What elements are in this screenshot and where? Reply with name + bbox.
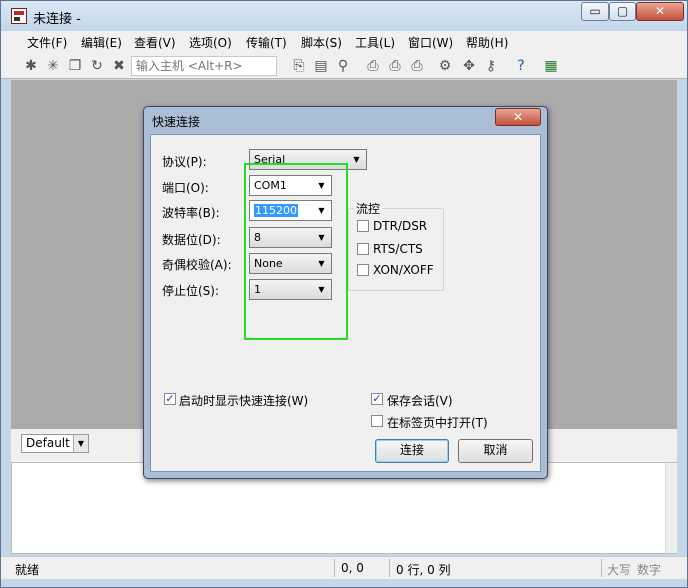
- host-input[interactable]: 输入主机 <Alt+R>: [131, 56, 277, 76]
- keymap-icon[interactable]: ▦: [543, 58, 559, 74]
- menu-tools[interactable]: 工具(L): [355, 34, 395, 51]
- menu-window[interactable]: 窗口(W): [408, 34, 453, 51]
- maximize-button[interactable]: ▢: [609, 2, 636, 21]
- status-ready: 就绪: [15, 563, 40, 577]
- status-bar: 就绪 0, 0 0 行, 0 列 大写 数字: [1, 556, 687, 579]
- status-caps: 大写: [607, 563, 632, 577]
- status-position: 0, 0: [341, 561, 364, 575]
- xon-xoff-label: XON/XOFF: [373, 263, 434, 277]
- help-icon[interactable]: ?: [513, 58, 529, 74]
- rts-cts-checkbox[interactable]: [357, 243, 369, 255]
- disconnect-icon[interactable]: ✖: [111, 58, 127, 74]
- show-on-startup-checkbox[interactable]: ✓: [164, 393, 176, 405]
- menu-script[interactable]: 脚本(S): [301, 34, 342, 51]
- show-on-startup-label: 启动时显示快速连接(W): [179, 394, 309, 408]
- rts-cts-label: RTS/CTS: [373, 242, 423, 256]
- status-divider: [334, 559, 335, 577]
- command-scrollbar[interactable]: [665, 463, 677, 553]
- window-title: 未连接 -: [33, 12, 81, 27]
- quick-connect-dialog: 快速连接 ✕ 协议(P): 端口(O): 波特率(B): 数据位(D): 奇偶校…: [143, 106, 548, 479]
- app-icon: [11, 8, 27, 24]
- save-session-label: 保存会话(V): [387, 394, 453, 408]
- menu-bar: 文件(F) 编辑(E) 查看(V) 选项(O) 传输(T) 脚本(S) 工具(L…: [1, 31, 687, 53]
- connect-button[interactable]: 连接: [375, 439, 449, 463]
- parity-label: 奇偶校验(A):: [162, 258, 232, 272]
- menu-help[interactable]: 帮助(H): [466, 34, 508, 51]
- dialog-close-button[interactable]: ✕: [495, 108, 541, 126]
- status-num: 数字: [637, 563, 662, 577]
- connect-icon[interactable]: ✱: [23, 58, 39, 74]
- session-combo-value: Default: [26, 436, 70, 450]
- stop-bits-label: 停止位(S):: [162, 284, 220, 298]
- data-bits-label: 数据位(D):: [162, 233, 221, 247]
- print-selection-icon[interactable]: ⎙: [387, 58, 403, 74]
- open-in-tab-checkbox[interactable]: [371, 415, 383, 427]
- menu-file[interactable]: 文件(F): [27, 34, 67, 51]
- session-combo[interactable]: Default ▼: [21, 434, 89, 453]
- menu-view[interactable]: 查看(V): [134, 34, 176, 51]
- cancel-button[interactable]: 取消: [458, 439, 533, 463]
- paste-icon[interactable]: ▤: [313, 58, 329, 74]
- flow-control-title: 流控: [354, 200, 383, 217]
- global-options-icon[interactable]: ✥: [461, 58, 477, 74]
- status-divider: [601, 559, 602, 577]
- menu-transfer[interactable]: 传输(T): [246, 34, 287, 51]
- port-label: 端口(O):: [162, 181, 209, 195]
- status-divider: [389, 559, 390, 577]
- quick-connect-icon[interactable]: ✳: [45, 58, 61, 74]
- minimize-button[interactable]: ▭: [581, 2, 609, 21]
- dialog-title: 快速连接: [152, 115, 201, 129]
- connect-tab-icon[interactable]: ❐: [67, 58, 83, 74]
- open-in-tab-label: 在标签页中打开(T): [387, 416, 488, 430]
- toolbar: ✱ ✳ ❐ ↻ ✖ 输入主机 <Alt+R> ⎘ ▤ ⚲ ⎙ ⎙ ⎙ ⚙ ✥ ⚷…: [1, 53, 687, 79]
- save-session-checkbox[interactable]: ✓: [371, 393, 383, 405]
- key-icon[interactable]: ⚷: [483, 58, 499, 74]
- highlight-box: [244, 163, 348, 340]
- baud-label: 波特率(B):: [162, 206, 220, 220]
- menu-edit[interactable]: 编辑(E): [81, 34, 122, 51]
- print-icon[interactable]: ⎙: [365, 58, 381, 74]
- chevron-down-icon: ▼: [353, 155, 360, 164]
- copy-icon[interactable]: ⎘: [291, 58, 307, 74]
- dialog-body: 协议(P): 端口(O): 波特率(B): 数据位(D): 奇偶校验(A): 停…: [150, 134, 541, 472]
- xon-xoff-checkbox[interactable]: [357, 264, 369, 276]
- close-button[interactable]: ✕: [636, 2, 684, 21]
- session-options-icon[interactable]: ⚙: [437, 58, 453, 74]
- chevron-down-icon[interactable]: ▼: [73, 435, 88, 452]
- dtr-dsr-label: DTR/DSR: [373, 219, 428, 233]
- title-bar: 未连接 - ▭ ▢ ✕: [1, 1, 687, 31]
- reconnect-icon[interactable]: ↻: [89, 58, 105, 74]
- menu-options[interactable]: 选项(O): [189, 34, 232, 51]
- protocol-label: 协议(P):: [162, 155, 207, 169]
- print-screen-icon[interactable]: ⎙: [409, 58, 425, 74]
- find-icon[interactable]: ⚲: [335, 58, 351, 74]
- status-rowcol: 0 行, 0 列: [396, 563, 451, 577]
- dtr-dsr-checkbox[interactable]: [357, 220, 369, 232]
